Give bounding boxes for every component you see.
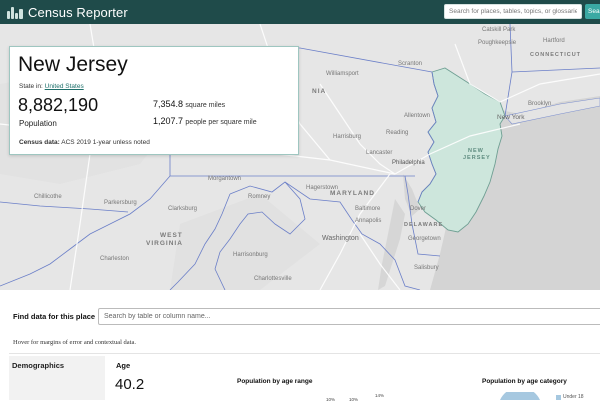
density-stat: 1,207.7 people per square mile: [153, 116, 257, 126]
map-label-state-connecticut: CONNECTICUT: [530, 52, 582, 58]
place-summary-card: New Jersey State in: United States 8,882…: [9, 46, 299, 155]
map-label-city: Parkersburg: [104, 200, 137, 206]
section-divider: [9, 353, 600, 354]
parent-geography-link[interactable]: United States: [45, 83, 84, 90]
map-label-city: Romney: [248, 194, 271, 200]
map-label-city: Harrisonburg: [233, 252, 268, 258]
age-range-data-label: 14%: [375, 393, 385, 398]
top-navigation-bar: Census Reporter Sea: [0, 0, 600, 24]
map-label-city: Annapolis: [355, 218, 382, 224]
find-data-label: Find data for this place: [13, 312, 96, 321]
census-source-label: Census data:: [19, 139, 60, 146]
area-unit: square miles: [185, 102, 226, 109]
legend-label: Under 18: [563, 394, 584, 400]
age-category-chart-title: Population by age category: [482, 378, 567, 385]
map-label-city: Hartford: [543, 38, 565, 44]
hover-hint: Hover for margins of error and contextua…: [13, 339, 136, 346]
map-label-city: Harrisburg: [333, 134, 362, 140]
census-source-value: ACS 2019 1-year unless noted: [61, 139, 150, 146]
table-search-input[interactable]: [98, 308, 600, 325]
median-age-title: Age: [116, 361, 131, 370]
area-value: 7,354.8: [153, 99, 184, 109]
map-label-city: Scranton: [398, 61, 423, 67]
site-search-input[interactable]: [444, 4, 582, 19]
legend-swatch-icon: [556, 394, 561, 400]
map-label-city: Dover: [410, 206, 427, 212]
map-label-state-maryland: MARYLAND: [330, 190, 375, 197]
density-value: 1,207.7: [153, 116, 184, 126]
parent-geography-label: State in:: [19, 83, 43, 90]
map-label-city: Allentown: [404, 113, 431, 119]
map-label-highlight: NEW: [468, 148, 484, 154]
age-category-pie[interactable]: [495, 392, 545, 400]
people-logo-icon: [7, 5, 23, 19]
site-search-button[interactable]: Sea: [585, 4, 600, 19]
topic-demographics[interactable]: Demographics: [12, 361, 64, 370]
median-age-value: 40.2: [115, 376, 145, 393]
topic-sidebar: Demographics: [9, 356, 105, 400]
brand-name: Census Reporter: [28, 4, 128, 20]
find-data-section: Find data for this place: [0, 290, 600, 340]
census-source: Census data: ACS 2019 1-year unless note…: [19, 139, 150, 146]
map-label-city: Charlottesville: [254, 276, 292, 282]
map-label-city: New York: [497, 114, 525, 121]
map-label-city: Georgetown: [408, 236, 441, 242]
population-value: 8,882,190: [18, 95, 99, 115]
map-label-city: Catskill Park: [482, 27, 516, 33]
map-label-city: Philadelphia: [392, 160, 425, 166]
map-label-city: Poughkeepsie: [478, 40, 517, 46]
map-label-city: Brooklyn: [528, 101, 552, 107]
map-label-state-partial: NIA: [312, 88, 327, 95]
map-label-city: Morgantown: [208, 176, 242, 182]
parent-geography: State in: United States: [19, 83, 84, 90]
map-label-city: Salisbury: [414, 265, 439, 271]
brand-logo[interactable]: Census Reporter: [7, 5, 128, 20]
area-stat: 7,354.8 square miles: [153, 99, 225, 109]
map-label-city: Reading: [386, 130, 409, 136]
map-label-state-delaware: DELAWARE: [404, 222, 444, 228]
pie-slice-under-18[interactable]: [500, 392, 540, 400]
density-unit: people per square mile: [185, 119, 257, 126]
map-label-city: Chillicothe: [34, 194, 62, 200]
age-range-chart-title: Population by age range: [237, 378, 313, 385]
map-label-state-virginia: VIRGINIA: [146, 240, 183, 247]
map-label-state-west: WEST: [160, 232, 183, 239]
place-name: New Jersey: [18, 53, 128, 76]
map-label-city: Baltimore: [355, 206, 381, 212]
map-label-city: Hagerstown: [306, 185, 339, 191]
age-category-legend: Under 18: [556, 394, 584, 400]
map-label-city: Charleston: [100, 256, 130, 262]
map-label-city: Lancaster: [366, 150, 393, 156]
population-label: Population: [19, 119, 57, 128]
map-label-highlight: JERSEY: [463, 155, 491, 161]
map-label-city: Williamsport: [326, 71, 359, 77]
map-label-city: Clarksburg: [168, 206, 198, 212]
map-label-city: Washington: [322, 235, 359, 242]
